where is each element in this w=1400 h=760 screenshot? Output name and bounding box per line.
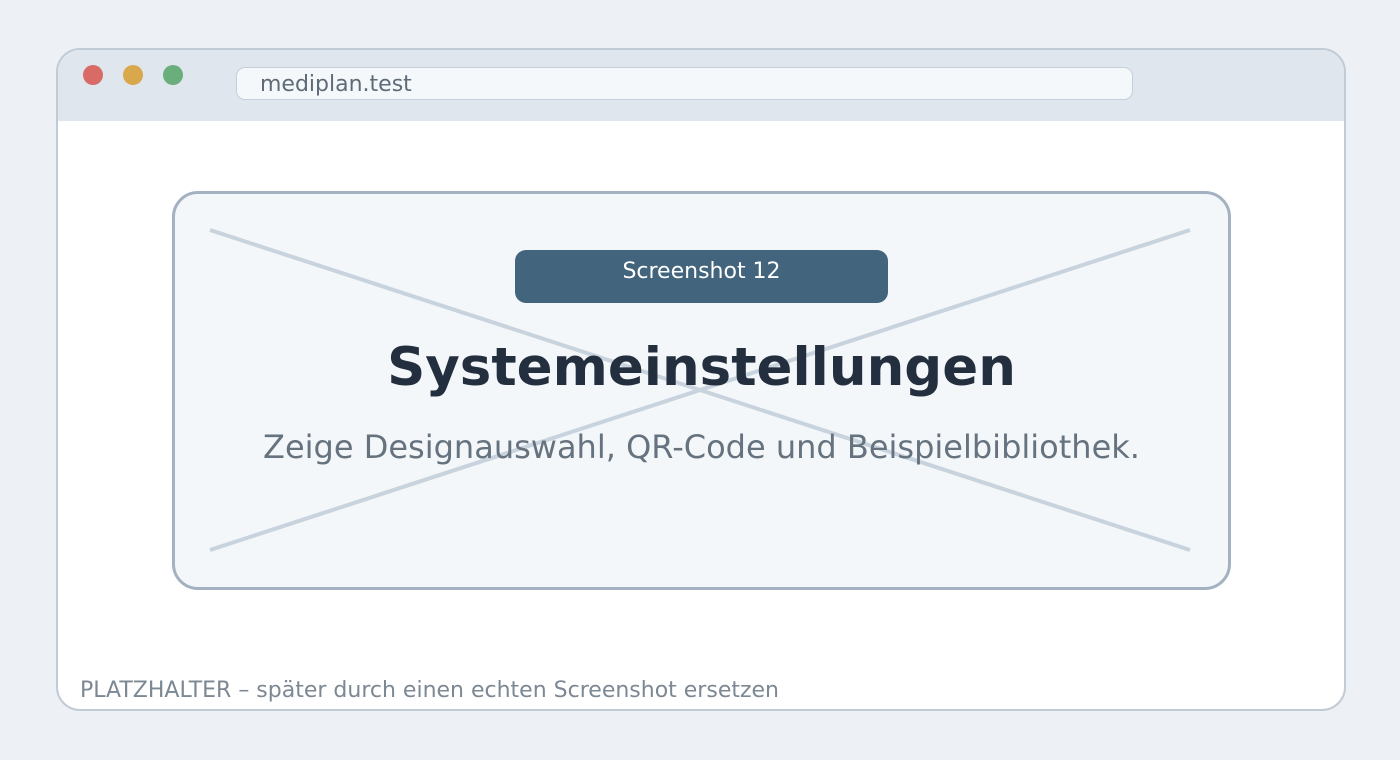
placeholder-subtitle: Zeige Designauswahl, QR-Code und Beispie…	[263, 428, 1140, 466]
screenshot-placeholder: Screenshot 12 Systemeinstellungen Zeige …	[172, 191, 1231, 590]
zoom-window-button[interactable]	[163, 65, 183, 85]
screenshot-badge: Screenshot 12	[515, 250, 888, 303]
title-bar: mediplan.test	[58, 50, 1344, 121]
address-text: mediplan.test	[260, 72, 412, 97]
close-window-button[interactable]	[83, 65, 103, 85]
browser-window: mediplan.test Screenshot 12 Systemeinste…	[56, 48, 1346, 711]
placeholder-note: PLATZHALTER – später durch einen echten …	[80, 678, 780, 703]
address-bar[interactable]: mediplan.test	[236, 67, 1133, 100]
placeholder-title: Systemeinstellungen	[387, 337, 1016, 398]
minimize-window-button[interactable]	[123, 65, 143, 85]
